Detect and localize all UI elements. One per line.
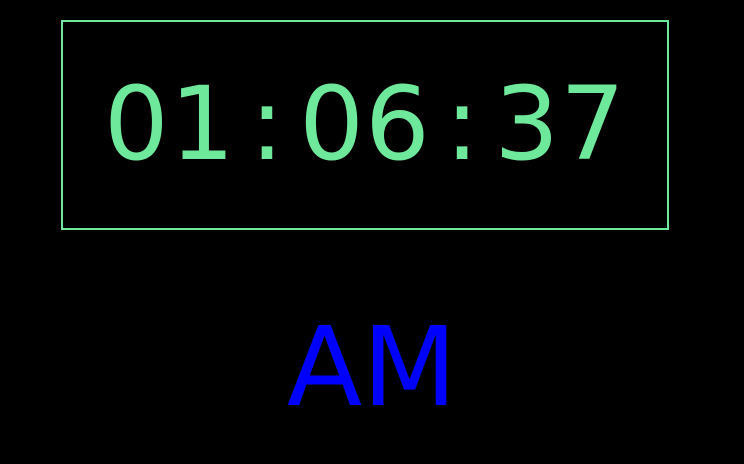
seconds-value: 37: [494, 65, 627, 184]
clock-frame: 01 : 06 : 37: [61, 20, 669, 230]
minutes-value: 06: [299, 65, 431, 184]
separator-hours-minutes: :: [249, 65, 286, 184]
time-display: 01 : 06 : 37: [63, 22, 667, 228]
clock-screen: 01 : 06 : 37 AM: [0, 0, 744, 464]
am-pm-indicator: AM: [286, 303, 458, 431]
hours-value: 01: [103, 65, 236, 184]
separator-minutes-seconds: :: [444, 65, 481, 184]
